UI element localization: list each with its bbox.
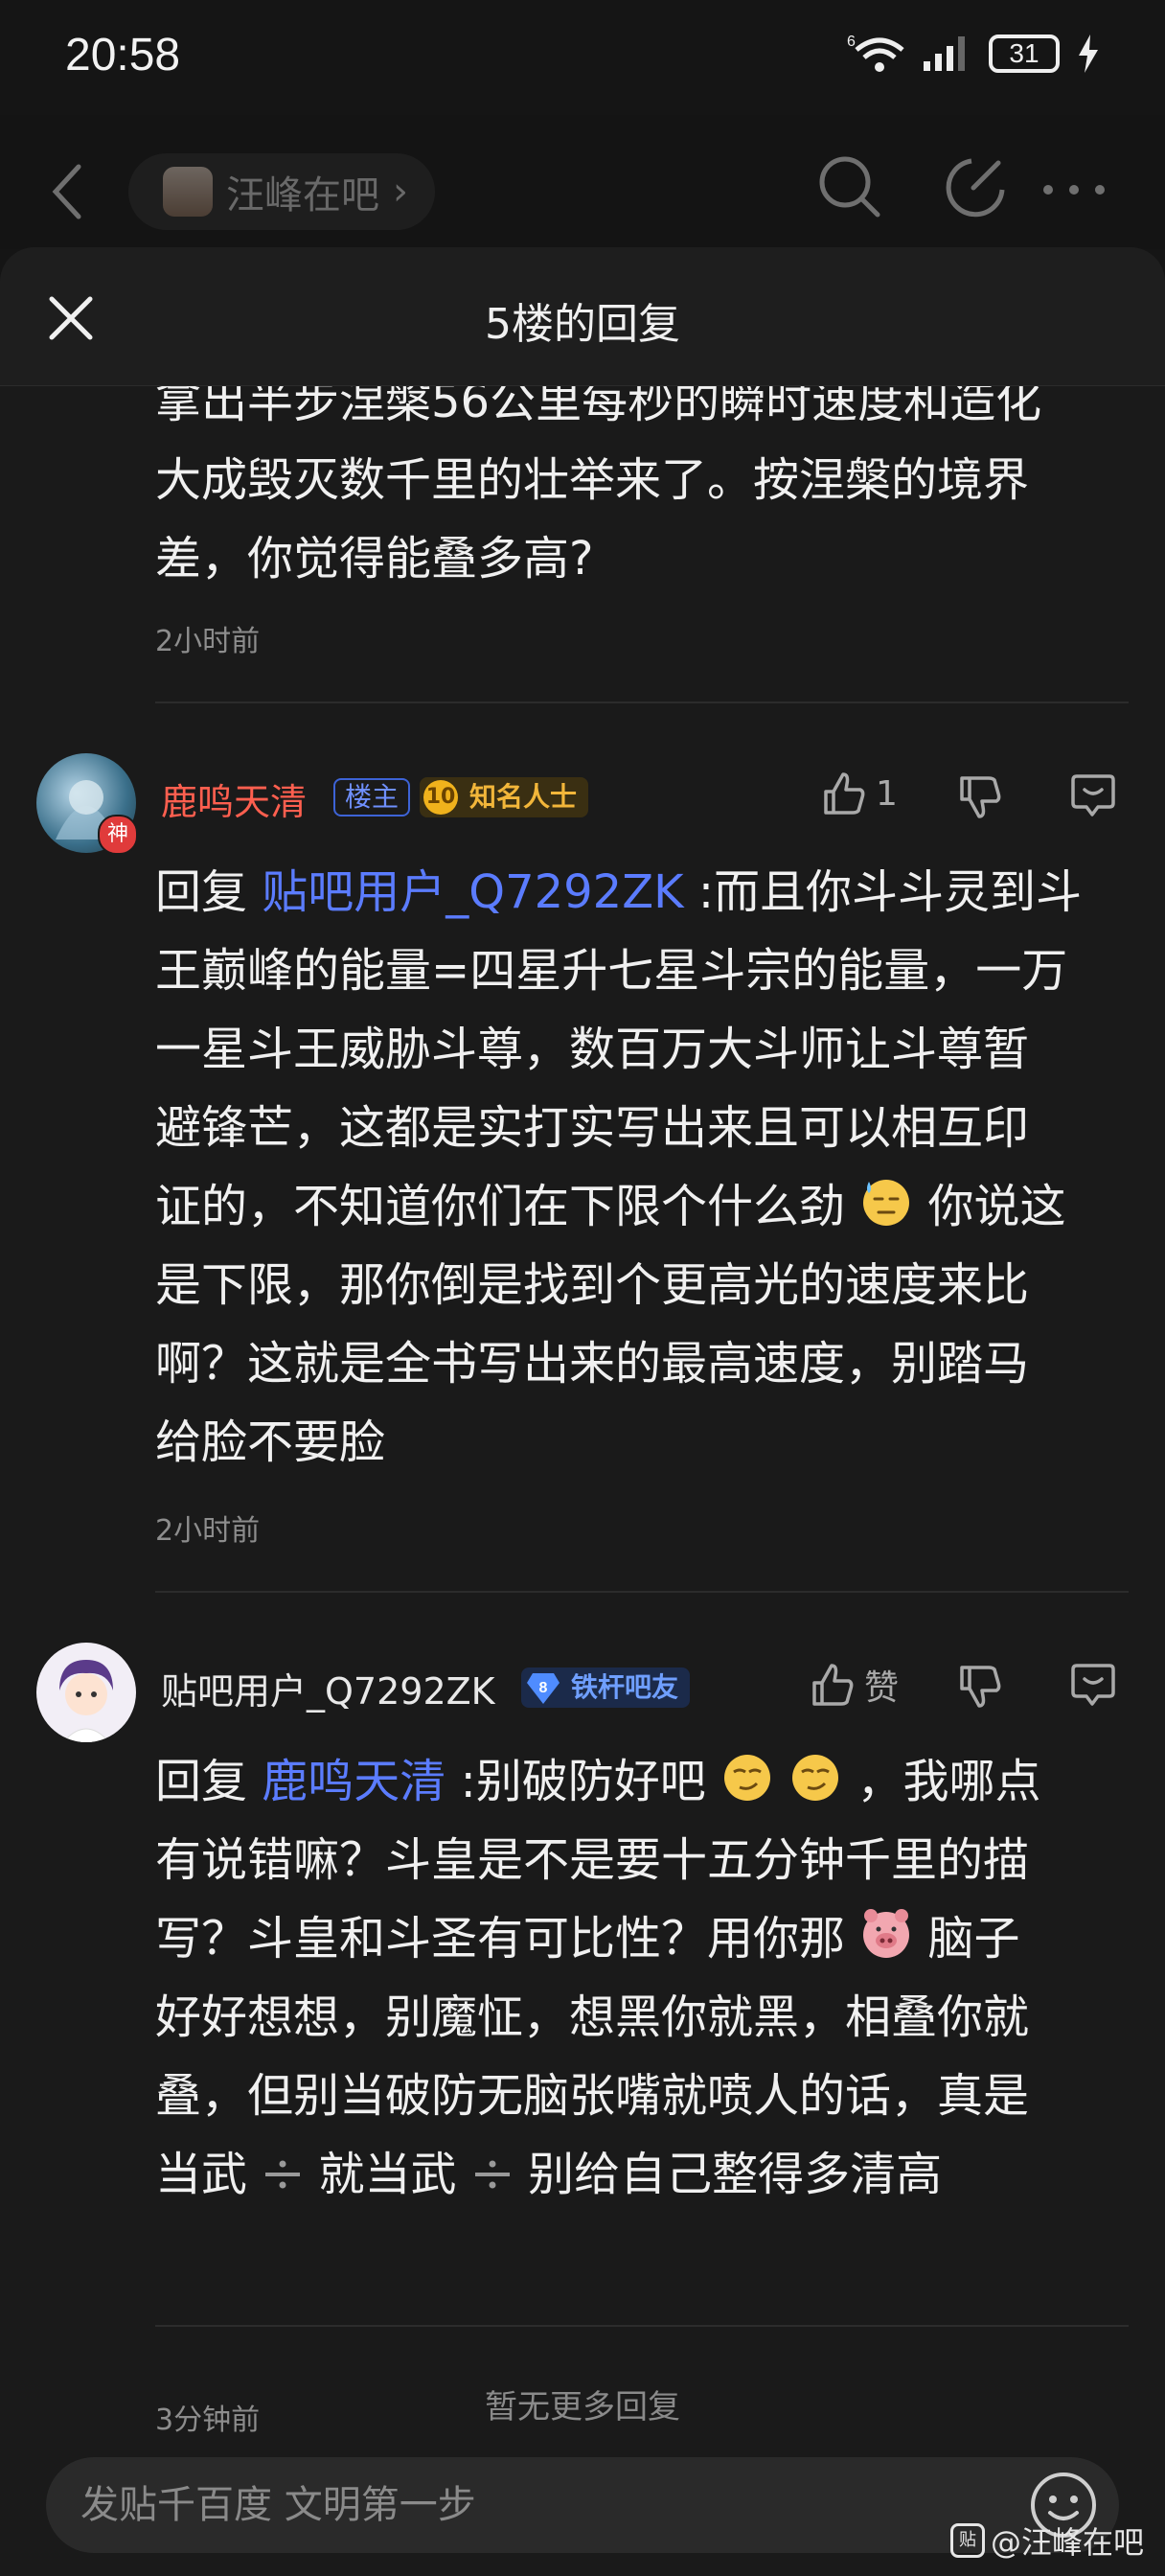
text-line: 差，你觉得能叠多高? [155, 532, 594, 586]
thumbs-up-icon [824, 772, 865, 815]
pig-emoji-icon [863, 1909, 910, 1958]
bar-name: 汪峰在吧 [226, 173, 379, 218]
composer-bar: 发贴千百度 文明第一步 贴 @汪峰在吧 [0, 2434, 1165, 2576]
text-line: 有说错嘛？斗皇是不是要十五分钟千里的描 [155, 1833, 1030, 1887]
text-line: 就当武 [318, 2148, 457, 2201]
text-line: 一星斗王威胁斗尊，数百万大斗师让斗尊暂 [155, 1023, 1030, 1076]
sheet-header: 5楼的回复 [0, 247, 1165, 386]
text-line: ，我哪点 [857, 1755, 1041, 1808]
level-title: 铁杆吧友 [571, 1671, 679, 1703]
level-badge: 8 铁杆吧友 [521, 1668, 691, 1708]
chevron-right-icon: › [393, 170, 408, 214]
wifi-icon: 6 [847, 34, 904, 72]
status-icons: 6 31 [847, 33, 1100, 75]
like-label: 赞 [864, 1668, 900, 1708]
avatar-art [59, 1660, 113, 1742]
search-icon[interactable] [816, 153, 883, 220]
reply-sheet: 5楼的回复 拿出半步涅槃56公里每秒的瞬时速度和造化 大成毁灭数千里的壮举来了。… [0, 247, 1165, 2576]
level-badge: 10 知名人士 [420, 777, 589, 817]
text-line: 叠，但别当破防无脑张嘴就喷人的话，真是 [155, 2069, 1030, 2123]
text-line: 啊？这就是全书写出来的最高速度，别踏马 [155, 1337, 1030, 1391]
divider [155, 702, 1129, 703]
divider [155, 2325, 1129, 2327]
mention-link[interactable]: 鹿鸣天清 [262, 1755, 445, 1808]
text-line: 别给自己整得多清高 [528, 2148, 943, 2201]
sweat-emoji-icon [863, 1180, 910, 1226]
text-line: 给脸不要脸 [155, 1415, 386, 1469]
watermark: 贴 @汪峰在吧 [949, 2518, 1144, 2563]
divide-sign-icon [265, 2160, 301, 2189]
text-line: 你说这 [927, 1180, 1066, 1233]
level-number: 10 [423, 780, 458, 815]
username[interactable]: 贴吧用户_Q7292ZK [161, 1662, 495, 1714]
bar-avatar [163, 167, 213, 217]
divider [155, 1591, 1129, 1593]
clock: 20:58 [65, 30, 181, 80]
signal-icon [924, 36, 965, 71]
svg-text:8: 8 [539, 1680, 548, 1696]
back-icon[interactable] [48, 161, 86, 222]
smug-emoji-icon [724, 1755, 771, 1801]
level-title: 知名人士 [469, 781, 578, 813]
thumbs-up-icon [812, 1664, 854, 1706]
owner-badge: 楼主 [333, 778, 411, 816]
reply-prefix: 回复 [155, 865, 248, 919]
svg-text:6: 6 [847, 34, 856, 50]
status-bar: 20:58 6 31 [0, 0, 1165, 115]
reply-prefix: 回复 [155, 1755, 248, 1808]
text-line: 写？斗皇和斗圣有可比性？用你那 [155, 1912, 846, 1966]
battery-icon: 31 [989, 34, 1060, 73]
comment-icon[interactable] [1069, 772, 1117, 818]
bar-name-chip[interactable]: 汪峰在吧 › [128, 153, 435, 230]
text-line: 好好想想，别魔怔，想黑你就黑，相叠你就 [155, 1990, 1030, 2044]
timestamp: 2小时前 [155, 625, 261, 658]
username[interactable]: 鹿鸣天清 [161, 772, 307, 825]
main-post-text: 拿出半步涅槃56公里每秒的瞬时速度和造化 大成毁灭数千里的壮举来了。按涅槃的境界… [155, 362, 1041, 598]
edit-icon[interactable] [943, 153, 1010, 220]
timestamp: 2小时前 [155, 1514, 261, 1548]
more-icon[interactable] [1040, 182, 1108, 197]
text-line: 证的，不知道你们在下限个什么劲 [155, 1180, 846, 1233]
no-more-replies: 暂无更多回复 [485, 2388, 680, 2426]
like-button[interactable]: 赞 [809, 1660, 899, 1710]
text-line: 当武 [155, 2148, 248, 2201]
sheet-title: 5楼的回复 [485, 300, 680, 349]
text-line: :别破防好吧 [460, 1755, 706, 1808]
diamond-icon: 8 [527, 1673, 560, 1704]
reply-body: 回复 鹿鸣天清 :别破防好吧 ，我哪点 有说错嘛？斗皇是不是要十五分钟千里的描 … [155, 1742, 1142, 2214]
avatar[interactable] [36, 1643, 136, 1742]
text-line: 脑子 [927, 1912, 1020, 1966]
text-line: 王巅峰的能量=四星升七星斗宗的能量，一万 [155, 944, 1068, 998]
reply-body: 回复 贴吧用户_Q7292ZK :而且你斗斗灵到斗 王巅峰的能量=四星升七星斗宗… [155, 853, 1142, 1482]
comment-icon[interactable] [1069, 1662, 1117, 1708]
like-button[interactable]: 1 [820, 770, 898, 816]
smug-emoji-icon [792, 1755, 839, 1801]
mention-link[interactable]: 贴吧用户_Q7292ZK [262, 865, 683, 919]
charging-icon [1079, 34, 1098, 73]
text-line: 是下限，那你倒是找到个更高光的速度来比 [155, 1258, 1030, 1312]
divide-sign-icon [474, 2160, 510, 2189]
text-line: 大成毁灭数千里的壮举来了。按涅槃的境界 [155, 453, 1030, 507]
tieba-logo-icon: 贴 [949, 2523, 985, 2558]
text-line: 避锋芒，这都是实打实写出来且可以相互印 [155, 1101, 1030, 1155]
like-count: 1 [876, 773, 898, 814]
thumbs-down-icon[interactable] [956, 1664, 1002, 1710]
watermark-text: @汪峰在吧 [990, 2524, 1144, 2561]
text-line: :而且你斗斗灵到斗 [697, 865, 1083, 919]
thumbs-down-icon[interactable] [956, 774, 1002, 820]
avatar-badge: 神 [98, 815, 138, 855]
background-nav-bar: 汪峰在吧 › [0, 115, 1165, 249]
